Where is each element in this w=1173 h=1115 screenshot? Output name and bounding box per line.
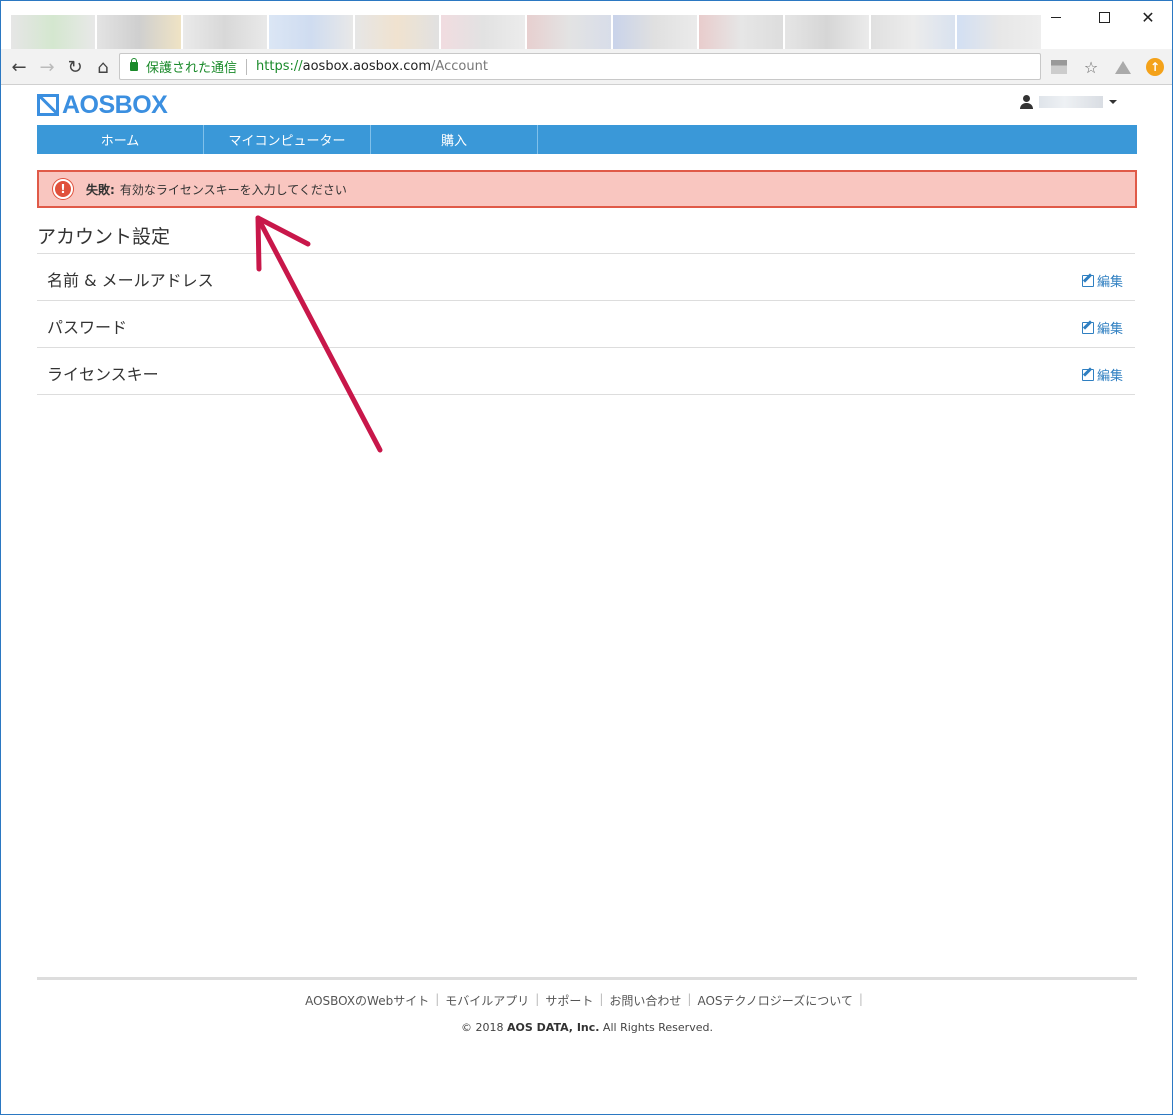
copyright: © 2018 AOS DATA, Inc. All Rights Reserve… [37,1021,1137,1034]
page-title: アカウント設定 [37,226,171,248]
setting-label: パスワード [47,318,128,337]
user-name-blurred [1039,96,1103,108]
footer-link-website[interactable]: AOSBOXのWebサイト [305,992,429,1009]
logo-text: AOSBOX [62,90,168,119]
forward-arrow-icon[interactable]: → [35,55,59,79]
user-icon [1020,95,1033,109]
url-host: aosbox.aosbox.com [302,59,432,74]
nav-home[interactable]: ホーム [37,125,204,154]
setting-label: ライセンスキー [47,365,159,384]
nav-my-computer[interactable]: マイコンピューター [204,125,371,154]
edit-icon [1081,368,1094,381]
logo-mark-icon [37,94,59,116]
lock-icon [130,58,138,71]
account-settings-list: 名前 & メールアドレス 編集 パスワード 編集 ライセンスキー 編集 [37,253,1135,395]
alert-message: 有効なライセンスキーを入力してください [119,182,347,197]
alert-title: 失敗: [86,182,115,197]
url-scheme: https:// [256,59,303,74]
caret-down-icon [1109,100,1117,104]
browser-toolbar: ← → ↻ ⌂ 保護された通信 https:// aosbox.aosbox.c… [1,49,1172,85]
home-icon[interactable]: ⌂ [91,55,115,79]
edit-icon [1081,321,1094,334]
edit-license-key-link[interactable]: 編集 [1081,365,1123,384]
copyright-prefix: © 2018 [461,1021,508,1034]
error-alert: ! 失敗: 有効なライセンスキーを入力してください [37,170,1137,208]
maximize-button[interactable] [1081,3,1127,31]
copyright-suffix: All Rights Reserved. [599,1021,713,1034]
minimize-button[interactable] [1033,3,1079,31]
user-menu[interactable] [1020,95,1117,109]
footer-divider [37,977,1137,980]
edit-label: 編集 [1096,322,1123,337]
secure-label: 保護された通信 [146,61,238,76]
edit-name-email-link[interactable]: 編集 [1081,271,1123,290]
copyright-company: AOS DATA, Inc. [507,1021,600,1034]
title-bar: ✕ [1,1,1172,49]
bookmark-star-icon[interactable]: ☆ [1081,57,1101,77]
close-button[interactable]: ✕ [1125,3,1171,31]
footer-link-about[interactable]: AOSテクノロジーズについて [697,992,852,1009]
reload-icon[interactable]: ↻ [63,55,87,79]
browser-window: ✕ ← → ↻ ⌂ 保護された通信 https:// aosbox.aosbox… [0,0,1173,1115]
footer-link-support[interactable]: サポート [545,992,593,1009]
setting-row-license-key: ライセンスキー 編集 [37,348,1135,395]
edit-icon [1081,274,1094,287]
footer-link-mobile-app[interactable]: モバイルアプリ [445,992,529,1009]
edit-label: 編集 [1096,369,1123,384]
edit-label: 編集 [1096,275,1123,290]
blurred-tab-strip [11,15,1041,49]
update-icon[interactable] [1145,57,1165,77]
aosbox-logo[interactable]: AOSBOX [37,90,168,119]
address-bar[interactable]: 保護された通信 https:// aosbox.aosbox.com /Acco… [119,53,1041,80]
drive-icon[interactable] [1113,57,1133,77]
exclamation-icon: ! [53,179,73,199]
nav-purchase[interactable]: 購入 [371,125,538,154]
main-nav: ホーム マイコンピューター 購入 [37,125,1137,154]
setting-row-password: パスワード 編集 [37,301,1135,348]
edit-password-link[interactable]: 編集 [1081,318,1123,337]
setting-row-name-email: 名前 & メールアドレス 編集 [37,254,1135,301]
url-path: /Account [431,59,488,74]
setting-label: 名前 & メールアドレス [47,271,214,290]
back-arrow-icon[interactable]: ← [7,55,31,79]
extension-icon[interactable] [1049,57,1069,77]
footer-link-contact[interactable]: お問い合わせ [609,992,681,1009]
footer-links: AOSBOXのWebサイト | モバイルアプリ | サポート | お問い合わせ | AO… [305,992,863,1009]
